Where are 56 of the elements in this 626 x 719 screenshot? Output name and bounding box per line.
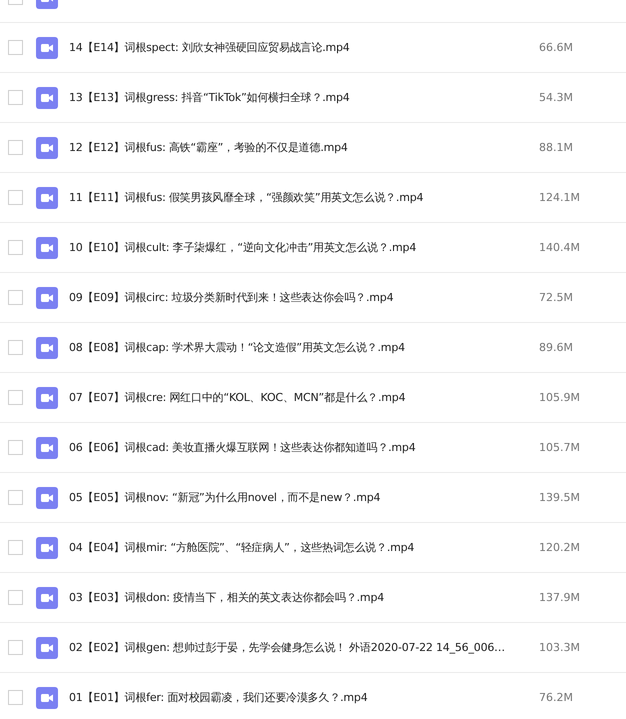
- file-name[interactable]: 11【E11】词根fus: 假笑男孩风靡全球，“强颜欢笑”用英文怎么说？.mp4: [69, 190, 539, 205]
- file-size: 72.5M: [539, 291, 573, 304]
- video-file-icon: [36, 686, 58, 708]
- checkbox[interactable]: [8, 90, 23, 105]
- checkbox[interactable]: [8, 540, 23, 555]
- checkbox[interactable]: [8, 40, 23, 55]
- checkbox[interactable]: [8, 340, 23, 355]
- video-file-icon: [36, 386, 58, 408]
- video-file-icon: [36, 486, 58, 508]
- video-file-icon: [36, 136, 58, 158]
- checkbox[interactable]: [8, 440, 23, 455]
- file-name[interactable]: 01【E01】词根fer: 面对校园霸凌，我们还要冷漠多久？.mp4: [69, 690, 539, 705]
- video-file-icon: [36, 336, 58, 358]
- checkbox[interactable]: [8, 490, 23, 505]
- file-name[interactable]: 03【E03】词根don: 疫情当下，相关的英文表达你都会吗？.mp4: [69, 590, 539, 605]
- checkbox[interactable]: [8, 390, 23, 405]
- file-name[interactable]: 02【E02】词根gen: 想帅过彭于晏，先学会健身怎么说！ 外语2020-07-22 14_56_006…: [69, 640, 539, 655]
- file-size: 120.2M: [539, 541, 580, 554]
- file-name[interactable]: 10【E10】词根cult: 李子柒爆红，“逆向文化冲击”用英文怎么说？.mp4: [69, 240, 539, 255]
- file-size: 105.9M: [539, 391, 580, 404]
- video-file-icon: [36, 636, 58, 658]
- checkbox[interactable]: [8, 590, 23, 605]
- video-file-icon: [36, 236, 58, 258]
- file-name[interactable]: 07【E07】词根cre: 网红口中的“KOL、KOC、MCN”都是什么？.mp4: [69, 390, 539, 405]
- file-name[interactable]: 06【E06】词根cad: 美妆直播火爆互联网！这些表达你都知道吗？.mp4: [69, 440, 539, 455]
- file-size: 54.3M: [539, 91, 573, 104]
- file-name[interactable]: 05【E05】词根nov: “新冠”为什么用novel，而不是new？.mp4: [69, 490, 539, 505]
- checkbox[interactable]: [8, 640, 23, 655]
- video-file-icon: [36, 186, 58, 208]
- file-name[interactable]: 04【E04】词根mir: “方舱医院”、“轻症病人”，这些热词怎么说？.mp4: [69, 540, 539, 555]
- file-name[interactable]: 08【E08】词根cap: 学术界大震动！“论文造假”用英文怎么说？.mp4: [69, 340, 539, 355]
- file-size: 103.3M: [539, 641, 580, 654]
- file-size: 89.6M: [539, 341, 573, 354]
- checkbox[interactable]: [8, 140, 23, 155]
- video-file-icon: [36, 36, 58, 58]
- checkbox[interactable]: [8, 690, 23, 705]
- checkbox[interactable]: [8, 290, 23, 305]
- file-size: 140.4M: [539, 241, 580, 254]
- file-size: 76.2M: [539, 691, 573, 704]
- file-size: 66.6M: [539, 41, 573, 54]
- file-size: 105.7M: [539, 441, 580, 454]
- file-size: 139.5M: [539, 491, 580, 504]
- file-name[interactable]: 13【E13】词根gress: 抖音“TikTok”如何横扫全球？.mp4: [69, 90, 539, 105]
- file-size: 137.9M: [539, 591, 580, 604]
- video-file-icon: [36, 286, 58, 308]
- file-name[interactable]: 12【E12】词根fus: 高铁“霸座”，考验的不仅是道德.mp4: [69, 140, 539, 155]
- file-size: 124.1M: [539, 191, 580, 204]
- checkbox[interactable]: [8, 190, 23, 205]
- video-file-icon: [36, 436, 58, 458]
- file-name[interactable]: 09【E09】词根circ: 垃圾分类新时代到来！这些表达你会吗？.mp4: [69, 290, 539, 305]
- video-file-icon: [36, 536, 58, 558]
- file-name[interactable]: 14【E14】词根spect: 刘欣女神强硬回应贸易战言论.mp4: [69, 40, 539, 55]
- video-file-icon: [36, 586, 58, 608]
- file-size: 88.1M: [539, 141, 573, 154]
- checkbox[interactable]: [8, 240, 23, 255]
- video-file-icon: [36, 86, 58, 108]
